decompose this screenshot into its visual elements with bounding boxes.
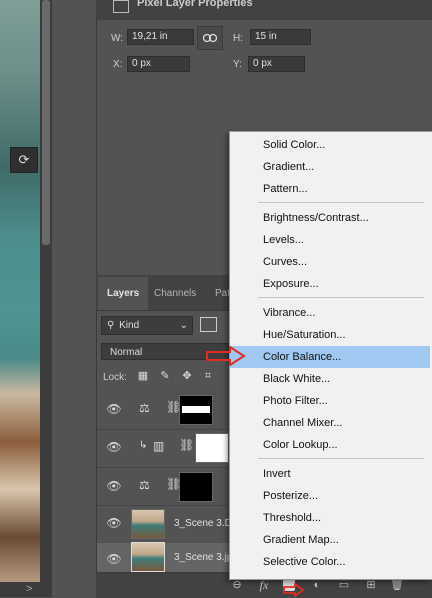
menu-item-levels[interactable]: Levels...: [230, 229, 430, 251]
scroll-right-arrow[interactable]: >: [26, 583, 32, 595]
eye-icon[interactable]: 👁: [106, 440, 122, 454]
menu-separator: [258, 202, 424, 203]
pixel-layer-icon: [113, 0, 129, 13]
document-canvas[interactable]: [0, 0, 40, 597]
balance-icon: ⚖: [139, 478, 150, 492]
x-field[interactable]: 0 px: [127, 56, 190, 72]
menu-item-solid-color[interactable]: Solid Color...: [230, 134, 430, 156]
menu-item-threshold[interactable]: Threshold...: [230, 507, 430, 529]
layer-thumbnail[interactable]: [131, 542, 165, 572]
menu-item-selective-color[interactable]: Selective Color...: [230, 551, 430, 573]
menu-item-exposure[interactable]: Exposure...: [230, 273, 430, 295]
layer-mask-thumb[interactable]: [179, 395, 213, 425]
menu-item-invert[interactable]: Invert: [230, 463, 430, 485]
channel-mixer-icon: ▥: [153, 439, 165, 453]
menu-item-color-balance[interactable]: Color Balance...: [230, 346, 430, 368]
menu-item-photo-filter[interactable]: Photo Filter...: [230, 390, 430, 412]
kind-label: Kind: [119, 320, 140, 331]
lock-brush-icon[interactable]: ✎: [159, 370, 171, 382]
width-label: W:: [111, 33, 124, 44]
menu-separator: [258, 297, 424, 298]
chevron-down-icon: ⌄: [179, 320, 188, 331]
layer-mask-thumb[interactable]: [195, 433, 229, 463]
link-icon[interactable]: [197, 26, 223, 50]
layer-name[interactable]: 3_Scene 3.jp: [174, 552, 232, 563]
menu-item-hue-saturation[interactable]: Hue/Saturation...: [230, 324, 430, 346]
layer-name[interactable]: 3_Scene 3.D: [174, 518, 232, 529]
properties-title: Pixel Layer Properties: [137, 0, 253, 9]
menu-item-gradient[interactable]: Gradient...: [230, 156, 430, 178]
x-label: X:: [113, 59, 123, 70]
height-field[interactable]: 15 in: [250, 29, 311, 45]
filter-pixel-icon[interactable]: [200, 317, 217, 332]
blend-mode-value: Normal: [110, 347, 143, 358]
menu-item-brightness-contrast[interactable]: Brightness/Contrast...: [230, 207, 430, 229]
width-field[interactable]: 19,21 in: [127, 29, 194, 45]
balance-icon: ⚖: [139, 401, 150, 415]
red-arrow-icon: [206, 346, 246, 366]
lock-artboard-icon[interactable]: ⌗: [202, 370, 214, 382]
eye-icon[interactable]: 👁: [106, 479, 122, 493]
clip-arrow-icon: ↳: [139, 440, 148, 451]
filter-kind-select[interactable]: ⚲ Kind ⌄: [101, 316, 193, 335]
eye-icon[interactable]: 👁: [106, 516, 122, 530]
layer-mask-thumb[interactable]: [179, 472, 213, 502]
menu-item-black-white[interactable]: Black White...: [230, 368, 430, 390]
menu-item-gradient-map[interactable]: Gradient Map...: [230, 529, 430, 551]
layer-thumbnail[interactable]: [131, 509, 165, 539]
red-arrow-icon: [283, 583, 305, 597]
lock-label: Lock:: [103, 372, 127, 383]
chain-icon[interactable]: ⛓: [179, 438, 194, 452]
tab-channels[interactable]: Channels: [145, 277, 205, 310]
menu-item-pattern[interactable]: Pattern...: [230, 178, 430, 200]
height-label: H:: [233, 33, 243, 44]
menu-item-curves[interactable]: Curves...: [230, 251, 430, 273]
menu-item-channel-mixer[interactable]: Channel Mixer...: [230, 412, 430, 434]
menu-item-posterize[interactable]: Posterize...: [230, 485, 430, 507]
tab-layers[interactable]: Layers: [98, 277, 149, 310]
lock-transparent-icon[interactable]: ▦: [137, 370, 149, 382]
menu-separator: [258, 458, 424, 459]
warp-transform-icon[interactable]: ⟳: [10, 147, 38, 173]
eye-icon[interactable]: 👁: [106, 402, 122, 416]
y-field[interactable]: 0 px: [248, 56, 305, 72]
horizontal-scrollbar[interactable]: >: [0, 582, 52, 597]
menu-item-vibrance[interactable]: Vibrance...: [230, 302, 430, 324]
menu-item-color-lookup[interactable]: Color Lookup...: [230, 434, 430, 456]
lock-move-icon[interactable]: ✥: [181, 370, 193, 382]
scrollbar-thumb[interactable]: [42, 0, 50, 245]
search-icon: ⚲: [107, 320, 115, 331]
eye-icon[interactable]: 👁: [106, 552, 122, 566]
y-label: Y:: [233, 59, 242, 70]
